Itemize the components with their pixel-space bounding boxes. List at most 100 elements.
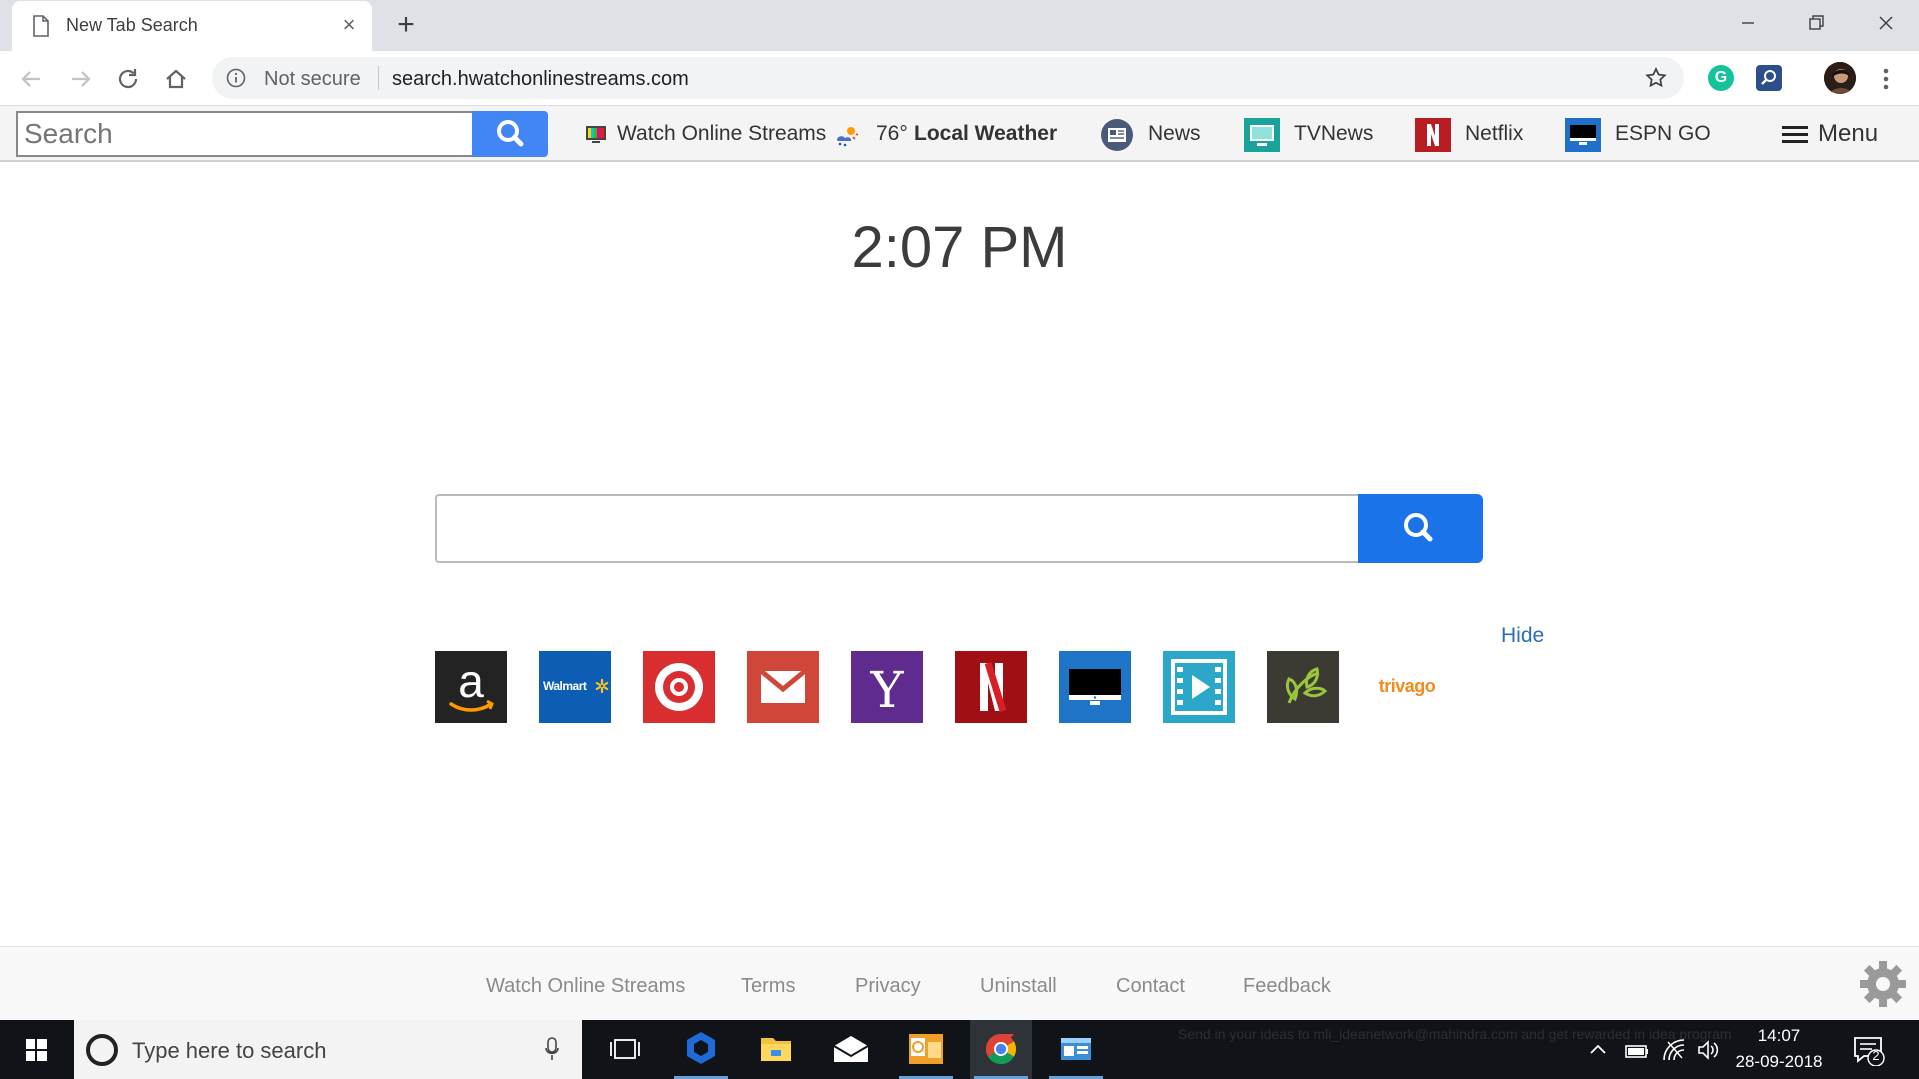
taskbar-chrome[interactable] [970, 1020, 1032, 1079]
reload-button[interactable] [110, 61, 146, 97]
link-local-weather[interactable]: 76° Local Weather [834, 122, 1064, 148]
close-icon [1879, 16, 1893, 30]
new-tab-button[interactable]: + [390, 10, 422, 42]
volume-icon[interactable] [1696, 1038, 1720, 1062]
outlook-icon [909, 1034, 943, 1064]
chrome-icon [985, 1034, 1017, 1065]
tv-color-bars-icon [586, 126, 606, 143]
footer-link-terms[interactable]: Terms [741, 975, 795, 998]
browser-tab[interactable]: New Tab Search × [12, 1, 372, 51]
tile-target[interactable] [643, 651, 715, 723]
page-footer: Watch Online Streams Terms Privacy Unins… [0, 946, 1919, 1020]
amazon-logo-icon: a [449, 655, 494, 712]
toolbar-search-button[interactable] [472, 111, 548, 157]
mail-icon [833, 1036, 869, 1062]
gear-icon[interactable] [1858, 959, 1908, 1009]
link-netflix[interactable]: Netflix [1415, 118, 1535, 152]
tile-trivago[interactable]: trivago [1371, 651, 1443, 723]
link-watch-online-streams[interactable]: Watch Online Streams [585, 122, 826, 148]
taskbar-outlook[interactable] [895, 1020, 957, 1079]
taskbar-app-blue[interactable] [670, 1020, 732, 1079]
security-status[interactable]: Not secure [264, 68, 361, 91]
tab-close-icon[interactable]: × [336, 12, 362, 38]
quick-links: a Walmart Y trivago [435, 651, 1485, 723]
mail-icon [759, 669, 807, 703]
minimize-button[interactable] [1718, 6, 1778, 40]
more-menu-icon[interactable] [1876, 65, 1896, 93]
taskbar-file-explorer[interactable] [745, 1020, 807, 1079]
profile-avatar[interactable] [1824, 62, 1856, 94]
url-text[interactable]: search.hwatchonlinestreams.com [392, 68, 689, 91]
hamburger-icon [1782, 126, 1808, 143]
task-view-icon [610, 1039, 640, 1059]
link-tvnews[interactable]: TVNews [1244, 118, 1384, 152]
weather-icon [837, 127, 859, 147]
battery-icon[interactable] [1624, 1038, 1650, 1062]
hide-tiles-link[interactable]: Hide [1501, 624, 1544, 648]
restore-button[interactable] [1786, 6, 1846, 40]
footer-link-feedback[interactable]: Feedback [1243, 975, 1331, 998]
task-view-button[interactable] [594, 1020, 656, 1079]
footer-link-privacy[interactable]: Privacy [855, 975, 921, 998]
tile-yahoo[interactable]: Y [851, 651, 923, 723]
main-search-input[interactable] [435, 494, 1360, 563]
system-date[interactable]: 28-09-2018 [1724, 1052, 1834, 1072]
windows-taskbar: Type here to search Send in your ideas t… [0, 1020, 1919, 1079]
forward-button[interactable] [62, 61, 98, 97]
cortana-icon [86, 1034, 118, 1066]
action-center-button[interactable]: 2 [1852, 1034, 1886, 1067]
minimize-icon [1742, 22, 1754, 24]
tv-icon [1244, 118, 1280, 152]
search-icon [1404, 513, 1433, 542]
taskbar-search-box[interactable]: Type here to search [74, 1020, 582, 1079]
footer-link-watch[interactable]: Watch Online Streams [486, 975, 685, 998]
notification-count: 2 [1872, 1048, 1880, 1063]
windows-start-icon[interactable] [14, 1034, 58, 1066]
microphone-icon[interactable] [544, 1036, 560, 1062]
document-icon [33, 15, 49, 37]
home-button[interactable] [158, 61, 194, 97]
system-time[interactable]: 14:07 [1724, 1026, 1834, 1046]
magnifier-icon [1761, 70, 1776, 85]
monitor-icon [1069, 669, 1121, 705]
newspaper-icon [1101, 119, 1133, 151]
netflix-icon [1415, 118, 1451, 152]
search-extension-icon[interactable] [1756, 65, 1782, 91]
back-button[interactable] [14, 61, 50, 97]
folder-icon [761, 1038, 791, 1061]
grammarly-extension-icon[interactable]: G [1708, 65, 1734, 91]
link-espn-go[interactable]: ESPN GO [1565, 118, 1725, 152]
leaf-icon [1285, 667, 1328, 704]
wifi-icon[interactable] [1662, 1038, 1686, 1062]
tile-netflix[interactable] [955, 651, 1027, 723]
taskbar-search-placeholder: Type here to search [132, 1038, 327, 1063]
link-news[interactable]: News [1100, 119, 1210, 151]
restore-icon [1809, 15, 1824, 30]
footer-link-contact[interactable]: Contact [1116, 975, 1185, 998]
chevron-up-icon[interactable] [1588, 1038, 1608, 1062]
main-search-button[interactable] [1358, 494, 1483, 563]
arrow-right-icon [72, 71, 91, 87]
tile-gmail[interactable] [747, 651, 819, 723]
monitor-icon [1565, 118, 1601, 152]
film-play-icon [1171, 659, 1227, 715]
tile-amazon[interactable]: a [435, 651, 507, 723]
tile-walmart[interactable]: Walmart [539, 651, 611, 723]
tile-video[interactable] [1163, 651, 1235, 723]
browser-toolbar: Not secure search.hwatchonlinestreams.co… [0, 51, 1919, 106]
tile-monitor[interactable] [1059, 651, 1131, 723]
main-search-box [435, 494, 1483, 563]
bookmark-star-icon[interactable] [1644, 66, 1668, 90]
toolbar-search-input[interactable] [16, 111, 472, 157]
footer-link-uninstall[interactable]: Uninstall [980, 975, 1057, 998]
taskbar-mail[interactable] [820, 1020, 882, 1079]
clock-display: 2:07 PM [851, 215, 1068, 280]
avatar-image [1824, 62, 1856, 94]
home-icon [166, 69, 186, 89]
address-bar[interactable]: Not secure search.hwatchonlinestreams.co… [212, 57, 1684, 99]
tile-leaf[interactable] [1267, 651, 1339, 723]
close-window-button[interactable] [1856, 6, 1916, 40]
info-icon[interactable] [226, 68, 246, 88]
reload-icon [118, 69, 138, 89]
taskbar-app-window[interactable] [1045, 1020, 1107, 1079]
